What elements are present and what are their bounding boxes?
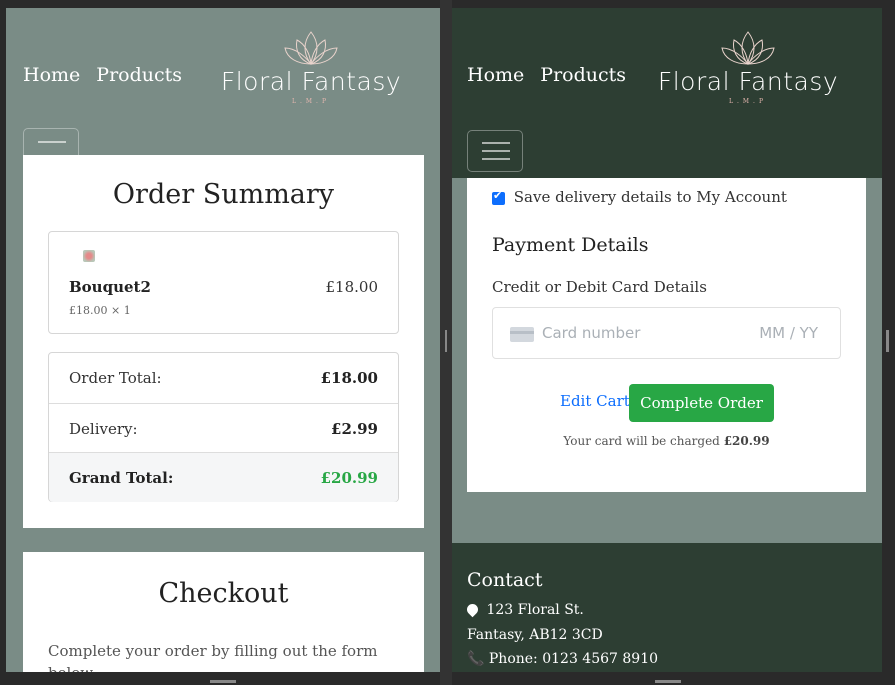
card-details-label: Credit or Debit Card Details [492, 278, 707, 296]
grand-total-label: Grand Total: [69, 468, 174, 487]
payment-heading: Payment Details [492, 234, 649, 256]
order-summary-title: Order Summary [112, 179, 335, 210]
charge-text: Your card will be charged [563, 434, 720, 448]
order-total-row: Order Total: £18.00 [49, 353, 398, 403]
brand-logo[interactable]: Floral Fantasy L.M.P [211, 28, 411, 105]
left-viewport: Home Products Floral Fantasy L.M.P Order… [6, 8, 440, 672]
site-footer: Contact 123 Floral St. Fantasy, AB12 3CD… [452, 543, 882, 672]
cart-item: Bouquet2 £18.00 × 1 £18.00 [48, 231, 399, 334]
nav-link-home[interactable]: Home [23, 64, 80, 86]
lotus-icon [284, 31, 338, 65]
item-price: £18.00 [325, 278, 379, 296]
menu-icon-bar-2 [482, 150, 510, 152]
charge-notice: Your card will be charged £20.99 [467, 434, 866, 448]
navbar: Home Products Floral Fantasy L.M.P [6, 8, 440, 178]
nav-link-products[interactable]: Products [96, 64, 182, 86]
checkout-title: Checkout [158, 578, 289, 609]
address-line-1-text: 123 Floral St. [486, 602, 584, 618]
save-details-checkbox[interactable] [492, 189, 505, 205]
item-name: Bouquet2 [69, 278, 151, 296]
navbar-toggler[interactable] [467, 130, 523, 172]
card-expiry-input[interactable]: MM / YY [759, 324, 818, 342]
checkout-text: Complete your order by filling out the f… [48, 642, 378, 660]
address-line-2: Fantasy, AB12 3CD [467, 627, 603, 643]
payment-card: Save delivery details to My Account Paym… [467, 178, 866, 492]
card-number-input[interactable]: Card number [542, 324, 640, 342]
checkout-instructions: Complete your order by filling out the f… [48, 640, 388, 672]
address-line-1: 123 Floral St. [464, 601, 584, 618]
lotus-icon [721, 31, 775, 65]
right-edge-grip[interactable] [886, 330, 889, 352]
contact-heading: Contact [467, 569, 543, 591]
brand-name: Floral Fantasy [220, 67, 402, 96]
card-element[interactable]: Card number MM / YY [492, 307, 841, 359]
menu-icon-bar-1 [482, 142, 510, 144]
brand-subtitle: L.M.P [292, 98, 330, 105]
order-summary-card: Order Summary Bouquet2 £18.00 × 1 £18.00… [23, 155, 424, 528]
charge-amount: £20.99 [723, 434, 770, 448]
order-total-value: £18.00 [320, 369, 378, 387]
delivery-value: £2.99 [331, 419, 378, 438]
card-brand-icon [510, 327, 534, 342]
left-scroll-grip[interactable] [210, 680, 236, 683]
right-viewport: Home Products Floral Fantasy L.M.P ✔ Sav… [452, 8, 882, 672]
checkout-text-cut: below. [48, 664, 96, 672]
phone-icon: 📞 [467, 651, 485, 667]
right-scroll-grip[interactable] [655, 680, 681, 683]
edit-cart-link[interactable]: Edit Cart [560, 392, 630, 410]
delivery-label: Delivery: [69, 419, 138, 438]
save-details-label: Save delivery details to My Account [513, 188, 787, 206]
item-qty-line: £18.00 × 1 [69, 304, 131, 317]
delivery-row: Delivery: £2.99 [49, 403, 398, 453]
save-details-row[interactable]: Save delivery details to My Account [492, 188, 787, 206]
nav-links: Home Products [23, 64, 182, 86]
nav-link-products[interactable]: Products [540, 64, 626, 86]
brand-logo[interactable]: Floral Fantasy L.M.P [648, 28, 848, 105]
nav-links: Home Products [467, 64, 626, 86]
grand-total-row: Grand Total: £20.99 [49, 452, 398, 502]
brand-name: Floral Fantasy [657, 67, 839, 96]
map-marker-icon [464, 601, 481, 618]
nav-link-home[interactable]: Home [467, 64, 524, 86]
totals-table: Order Total: £18.00 Delivery: £2.99 Gran… [48, 352, 399, 502]
complete-order-button[interactable]: Complete Order [629, 384, 774, 422]
divider-grip[interactable] [445, 330, 447, 352]
order-total-label: Order Total: [69, 369, 162, 387]
menu-icon-bar-3 [482, 158, 510, 160]
brand-subtitle: L.M.P [729, 98, 767, 105]
menu-icon [38, 141, 66, 143]
phone-line: 📞 Phone: 0123 4567 8910 [467, 651, 658, 667]
navbar: Home Products Floral Fantasy L.M.P [452, 8, 882, 178]
grand-total-value: £20.99 [320, 468, 378, 487]
card-stripe [510, 331, 534, 334]
phone-text[interactable]: Phone: 0123 4567 8910 [489, 651, 658, 667]
checkout-card: Checkout Complete your order by filling … [23, 552, 424, 672]
pane-divider[interactable] [440, 0, 452, 685]
product-thumbnail[interactable] [83, 250, 95, 262]
